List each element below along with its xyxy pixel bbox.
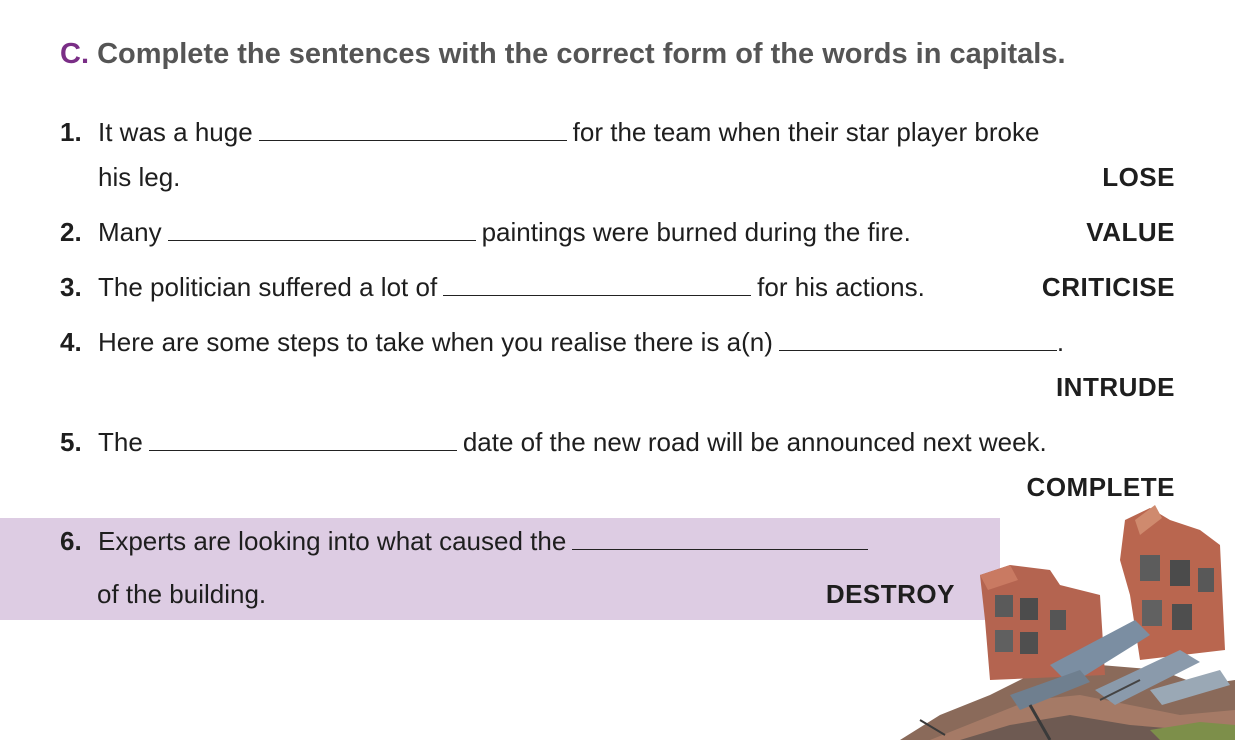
sentence-number: 5.	[60, 427, 82, 457]
sentence-text-before: The	[98, 427, 143, 457]
capital-word-4: INTRUDE	[1055, 372, 1175, 402]
sentence-text-before: Many	[98, 217, 162, 247]
sentence-4: 4. Here are some steps to take when you r…	[60, 325, 1064, 359]
capital-word-3: CRITICISE	[1041, 272, 1175, 302]
sentence-text-after: date of the new road will be announced n…	[462, 427, 1047, 457]
sentence-6: 6. Experts are looking into what caused t…	[60, 524, 874, 558]
sentence-text-before: It was a huge	[98, 117, 253, 147]
sentence-number: 3.	[60, 272, 82, 302]
capital-word-2: VALUE	[1086, 217, 1175, 247]
answer-blank-6[interactable]	[572, 527, 869, 550]
sentence-1: 1. It was a huge for the team when their s…	[60, 115, 1039, 149]
sentence-number: 6.	[60, 526, 82, 556]
answer-blank-3[interactable]	[443, 273, 752, 296]
sentence-text-after: for the team when their star player brok…	[572, 117, 1040, 147]
sentence-text-before: Experts are looking into what caused the	[98, 526, 567, 556]
answer-blank-5[interactable]	[148, 428, 457, 451]
answer-blank-1[interactable]	[258, 118, 567, 141]
sentence-number: 4.	[60, 327, 82, 357]
capital-word-5: COMPLETE	[1026, 472, 1175, 502]
sentence-6-continuation: of the building.	[97, 579, 267, 609]
sentence-text-after: .	[1056, 327, 1065, 357]
sentence-number: 2.	[60, 217, 82, 247]
collapsed-building-icon	[900, 500, 1235, 745]
capital-word-1: LOSE	[1102, 162, 1175, 192]
exercise-heading: C. Complete the sentences with the corre…	[60, 38, 1066, 71]
sentence-text-before: Here are some steps to take when you rea…	[98, 327, 773, 357]
exercise-instruction: Complete the sentences with the correct …	[97, 38, 1066, 70]
answer-blank-2[interactable]	[167, 218, 476, 241]
exercise-letter: C.	[60, 38, 89, 70]
answer-blank-4[interactable]	[778, 328, 1057, 351]
sentence-5: 5. The date of the new road will be announ…	[60, 425, 1047, 459]
sentence-text-after: paintings were burned during the fire.	[481, 217, 911, 247]
sentence-2: 2. Many paintings were burned during the f…	[60, 215, 911, 249]
sentence-text-before: The politician suffered a lot of	[98, 272, 438, 302]
sentence-3: 3. The politician suffered a lot of for hi…	[60, 270, 925, 304]
sentence-number: 1.	[60, 117, 82, 147]
sentence-text-after: for his actions.	[757, 272, 925, 302]
sentence-1-continuation: his leg.	[98, 162, 181, 192]
